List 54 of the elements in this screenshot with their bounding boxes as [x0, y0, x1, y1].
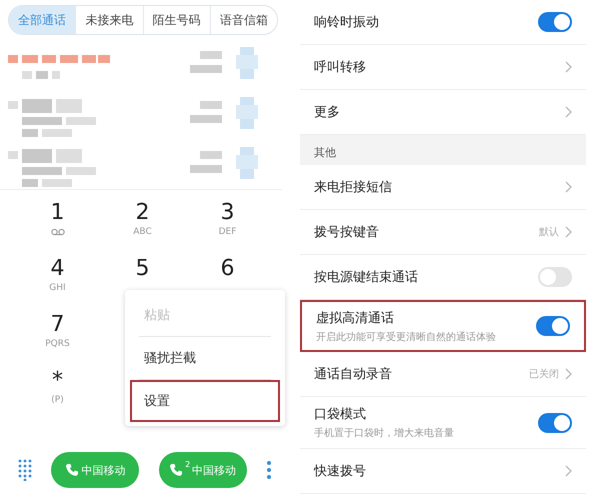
more-options-icon[interactable]: [266, 460, 272, 480]
call-filter-tab[interactable]: 语音信箱: [210, 6, 277, 34]
chevron-right-icon: [565, 465, 572, 477]
keypad-digit[interactable]: 4: [50, 256, 64, 282]
chevron-right-icon: [565, 61, 572, 73]
setting-label: 快速拨号: [314, 463, 367, 480]
setting-label: 按电源键结束通话: [314, 269, 419, 286]
voicemail-icon: [50, 228, 64, 236]
keypad-digit[interactable]: 5: [136, 256, 150, 282]
phone-icon: [65, 463, 80, 477]
menu-item[interactable]: 设置: [130, 380, 280, 422]
keypad-digit[interactable]: *: [52, 368, 63, 394]
settings-row[interactable]: 快速拨号: [300, 449, 586, 494]
setting-label: 更多: [314, 104, 341, 121]
setting-label: 响铃时振动: [314, 14, 380, 31]
setting-label: 口袋模式: [314, 406, 367, 423]
toggle-switch[interactable]: [538, 412, 572, 432]
setting-label: 拨号按键音: [314, 224, 380, 241]
keypad-letters: DEF: [218, 226, 236, 238]
setting-value: 默认: [539, 226, 559, 239]
phone-icon: [169, 463, 184, 477]
setting-label: 虚拟高清通话: [316, 310, 395, 326]
toggle-switch[interactable]: [538, 267, 572, 287]
keypad-letters: (P): [51, 394, 64, 406]
chevron-right-icon: [565, 226, 572, 238]
settings-row[interactable]: 响铃时振动: [300, 0, 586, 45]
settings-row[interactable]: 来电拒接短信: [300, 165, 586, 210]
keypad-letters: GHI: [49, 282, 66, 294]
chevron-right-icon: [565, 106, 572, 118]
settings-row[interactable]: 口袋模式 手机置于口袋时，增大来电音量: [300, 397, 586, 449]
chevron-right-icon: [565, 181, 572, 193]
keypad-letters: PQRS: [45, 338, 70, 350]
setting-description: 手机置于口袋时，增大来电音量: [314, 426, 455, 440]
keypad-letters: ABC: [133, 226, 152, 238]
chevron-right-icon: [565, 368, 572, 380]
dialpad-grid-icon[interactable]: [18, 459, 32, 481]
keypad-digit[interactable]: 3: [220, 200, 234, 226]
settings-row[interactable]: 虚拟高清通话 开启此功能可享受更清晰自然的通话体验: [300, 300, 586, 352]
setting-label: 通话自动录音: [314, 366, 393, 383]
setting-value: 已关闭: [529, 368, 559, 381]
setting-description: 开启此功能可享受更清晰自然的通话体验: [316, 330, 497, 344]
keypad-digit[interactable]: 2: [136, 200, 150, 226]
settings-row[interactable]: 呼叫转移: [300, 45, 586, 90]
settings-row[interactable]: 通话自动录音 已关闭: [300, 352, 586, 397]
keypad-digit[interactable]: 1: [50, 200, 64, 226]
settings-row[interactable]: 拨号按键音 默认: [300, 210, 586, 255]
setting-label: 来电拒接短信: [314, 179, 393, 196]
setting-label: 呼叫转移: [314, 59, 367, 76]
toggle-switch[interactable]: [536, 316, 570, 336]
section-header: 其他: [300, 135, 586, 165]
keypad-digit[interactable]: 6: [220, 256, 234, 282]
toggle-switch[interactable]: [538, 12, 572, 32]
settings-row[interactable]: 按电源键结束通话: [300, 255, 586, 300]
keypad-digit[interactable]: 7: [50, 312, 64, 338]
